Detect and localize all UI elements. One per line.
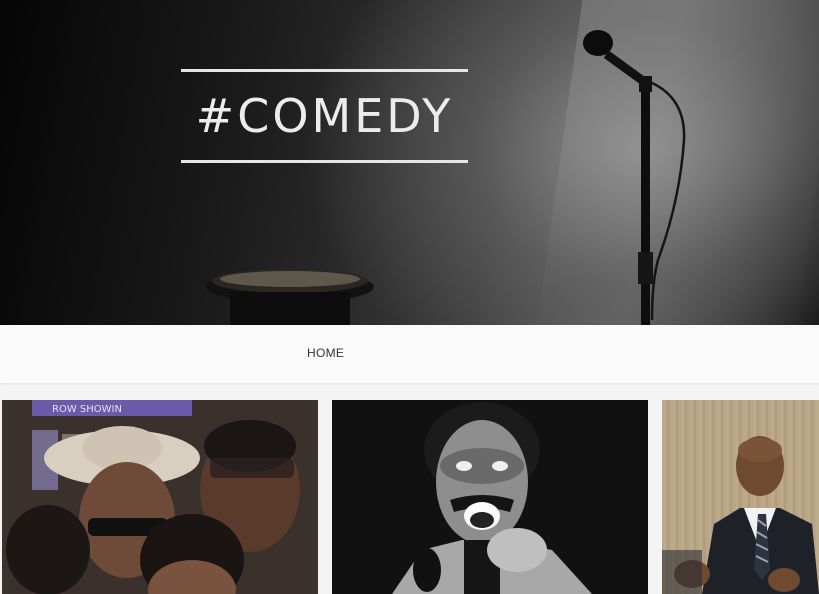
image-sign-text: ROW SHOWIN bbox=[52, 404, 122, 415]
gallery-card[interactable] bbox=[662, 400, 819, 594]
comedian-image bbox=[332, 400, 648, 594]
main-navbar: HOME bbox=[0, 325, 819, 383]
gallery-card[interactable]: ROW SHOWIN bbox=[2, 400, 318, 594]
man-in-suit-image bbox=[662, 400, 819, 594]
nav-home-link[interactable]: HOME bbox=[307, 346, 344, 360]
microphone-icon bbox=[583, 30, 686, 325]
hero-title-frame: #COMEDY bbox=[181, 69, 468, 163]
friends-selfie-image: ROW SHOWIN bbox=[2, 400, 318, 594]
hero-banner: #COMEDY bbox=[0, 0, 819, 325]
hero-title: #COMEDY bbox=[195, 89, 454, 143]
gallery-card[interactable] bbox=[332, 400, 648, 594]
stool-icon bbox=[206, 269, 374, 325]
